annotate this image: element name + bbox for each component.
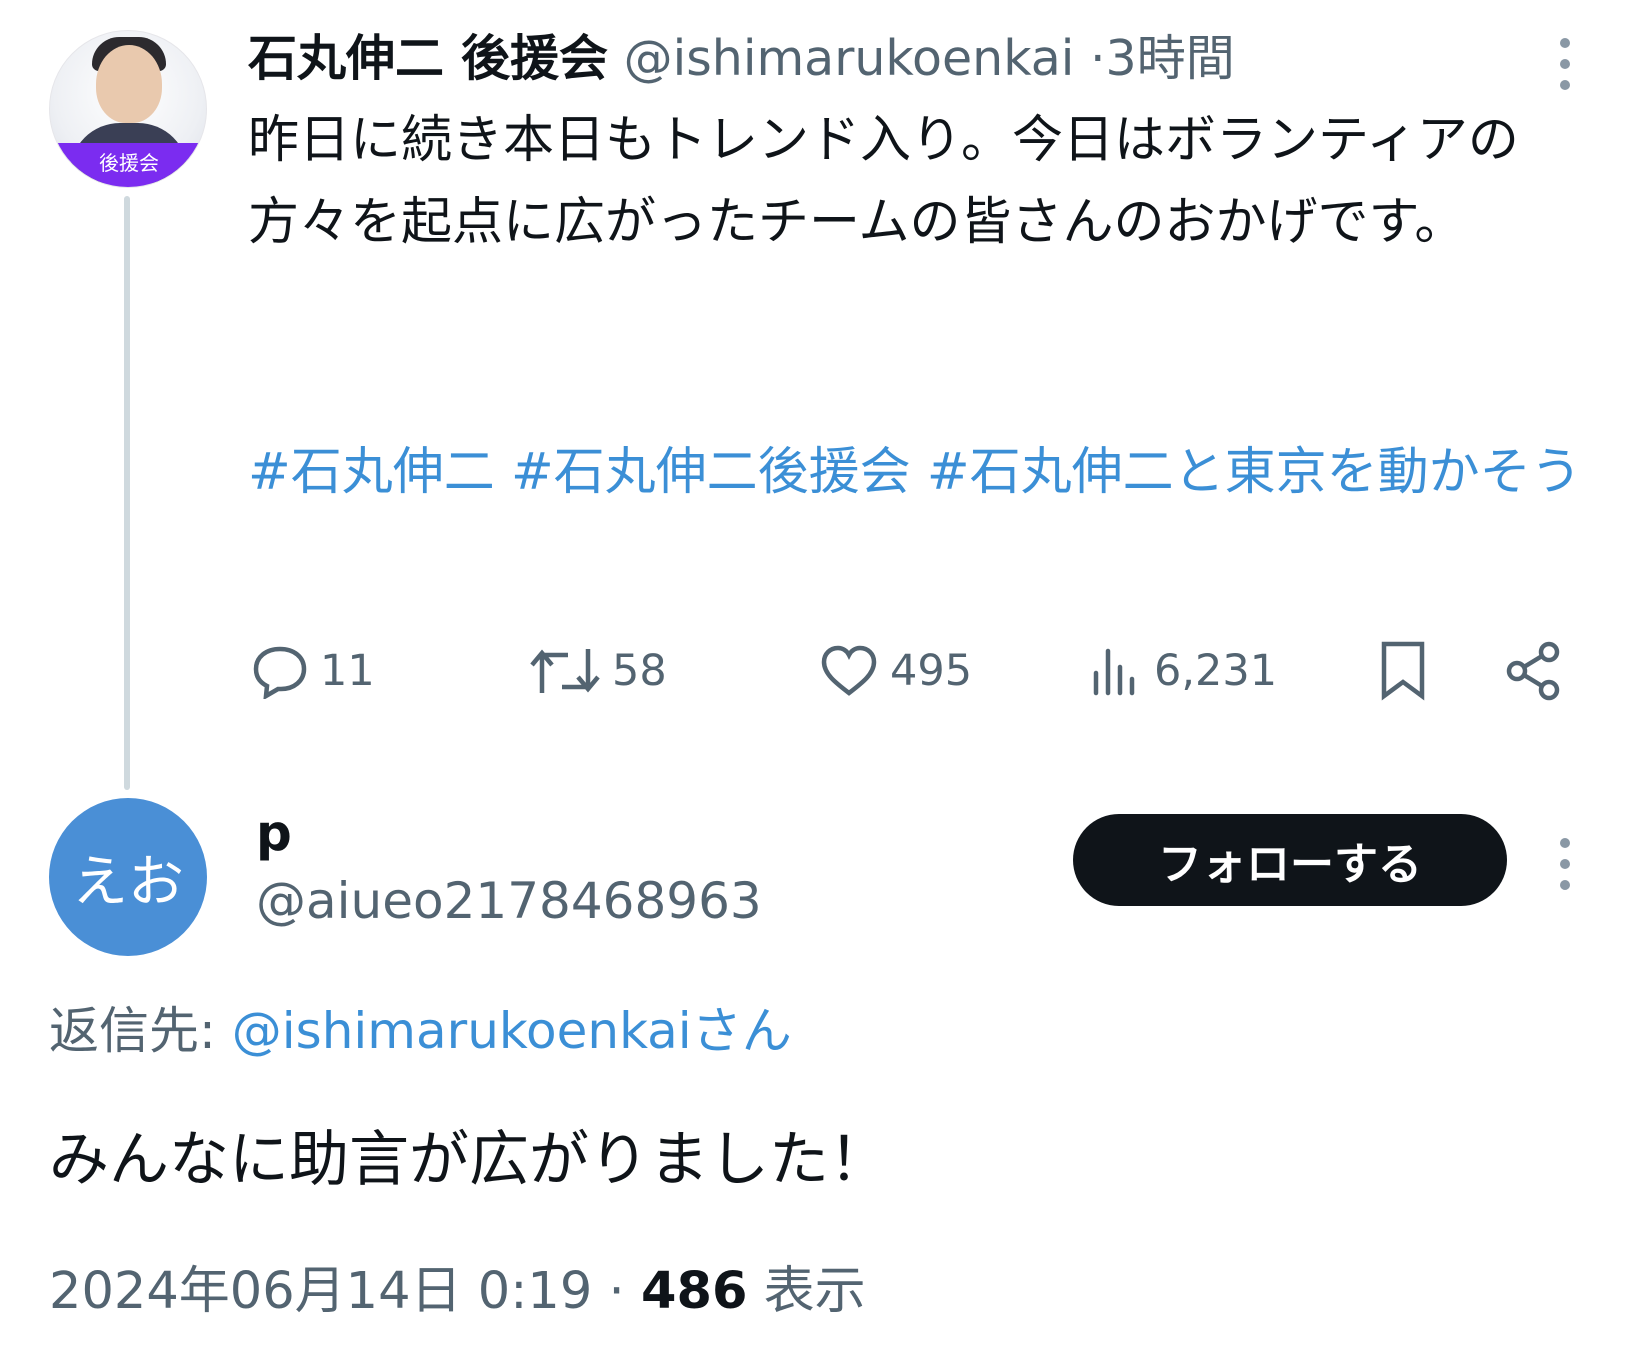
reply-action[interactable]: 11 (250, 636, 375, 706)
reply-to-label: 返信先: (49, 1002, 216, 1060)
hashtag-link[interactable]: #石丸伸二と東京を動かそう (927, 443, 1582, 502)
reply-author-avatar[interactable]: えお (49, 798, 207, 956)
reply-author-display-name[interactable]: p (256, 800, 292, 866)
tweet-header: 石丸伸二 後援会 @ishimarukoenkai ·3時間 (248, 24, 1235, 94)
tweet-time[interactable]: 3時間 (1106, 30, 1235, 87)
header-separator: · (1089, 30, 1106, 87)
hashtag-link[interactable]: #石丸伸二後援会 (511, 443, 911, 502)
share-icon (1506, 641, 1560, 701)
reply-text: みんなに助言が広がりました！ (49, 1125, 889, 1195)
author-display-name[interactable]: 石丸伸二 後援会 (248, 30, 608, 87)
reply-meta: 2024年06月14日 0:19 · 486 表示 (49, 1256, 866, 1328)
reply-count: 11 (320, 646, 375, 696)
like-count: 495 (890, 646, 973, 696)
thread-connector-line (124, 196, 130, 790)
meta-separator: · (608, 1262, 625, 1321)
heart-icon (821, 645, 877, 696)
bookmark-action[interactable] (1378, 636, 1428, 706)
views-action[interactable]: 6,231 (1090, 636, 1277, 706)
retweet-count: 58 (612, 646, 667, 696)
reply-to-mention[interactable]: @ishimarukoenkaiさん (232, 1002, 792, 1060)
reply-more-options-icon[interactable] (1553, 838, 1577, 898)
retweet-action[interactable]: 58 (528, 636, 667, 706)
share-action[interactable] (1503, 636, 1565, 706)
reply-to-line: 返信先: @ishimarukoenkaiさん (49, 996, 792, 1066)
reply-author-handle[interactable]: @aiueo2178468963 (256, 868, 762, 934)
views-count: 6,231 (1154, 646, 1278, 696)
like-action[interactable]: 495 (818, 636, 972, 706)
views-chart-icon (1093, 648, 1135, 696)
reply-timestamp[interactable]: 2024年06月14日 0:19 (49, 1262, 592, 1321)
reply-views-label: 表示 (763, 1262, 866, 1321)
hashtag-link[interactable]: #石丸伸二 (248, 443, 495, 502)
tweet-hashtags: #石丸伸二 #石丸伸二後援会 #石丸伸二と東京を動かそう (248, 432, 1588, 514)
avatar-face (96, 45, 162, 123)
avatar-badge: 後援会 (50, 143, 206, 187)
author-handle[interactable]: @ishimarukoenkai (624, 30, 1075, 87)
follow-button[interactable]: フォローする (1073, 814, 1507, 906)
retweet-icon (530, 649, 600, 693)
more-options-icon[interactable] (1553, 38, 1577, 98)
bookmark-icon (1381, 641, 1425, 701)
reply-views-count: 486 (640, 1262, 748, 1321)
reply-icon (253, 646, 307, 699)
author-avatar[interactable]: 後援会 (49, 30, 207, 188)
tweet-text: 昨日に続き本日もトレンド入り。今日はボランティアの方々を起点に広がったチームの皆… (248, 111, 1519, 252)
